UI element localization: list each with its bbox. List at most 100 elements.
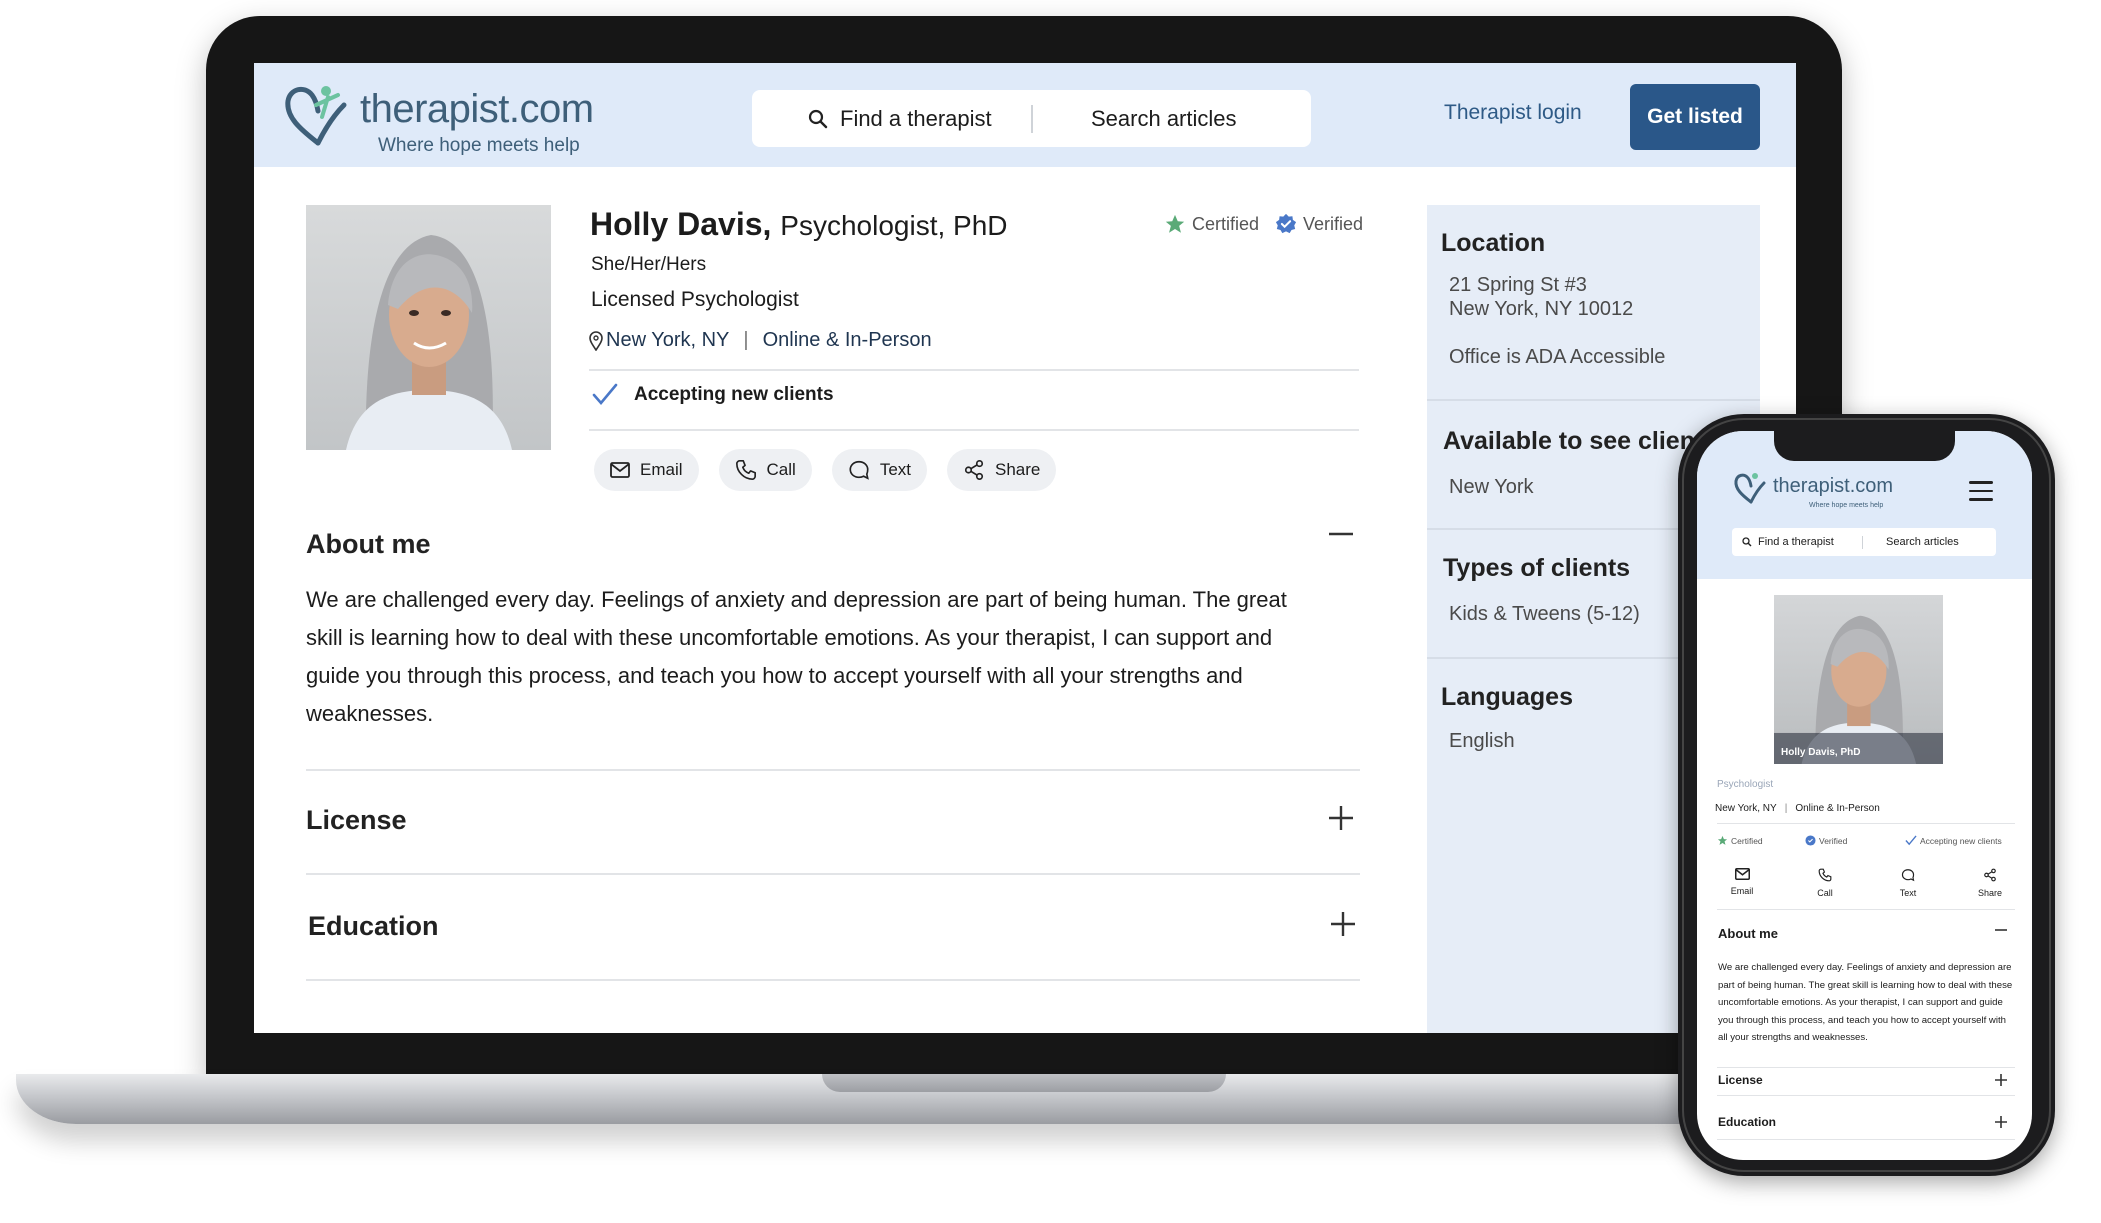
call-button[interactable]: Call (718, 449, 812, 491)
address-line-2: New York, NY 10012 (1449, 298, 1634, 320)
mobile-education-expand-toggle[interactable] (1995, 1115, 2007, 1131)
checkmark-icon (1905, 835, 1917, 846)
verified-seal-icon (1805, 835, 1816, 846)
device-mockup-stage: therapist.com Where hope meets help Find… (0, 0, 2101, 1223)
location-pin-icon (589, 330, 603, 351)
search-divider (1862, 536, 1863, 549)
profile-photo (306, 205, 551, 450)
chat-bubble-icon (849, 460, 869, 480)
mobile-education-heading[interactable]: Education (1718, 1115, 1776, 1129)
divider (589, 369, 1359, 371)
plus-icon (1995, 1074, 2007, 1086)
share-button[interactable]: Share (947, 449, 1057, 491)
star-icon (1717, 835, 1728, 845)
address-line-1: 21 Spring St #3 (1449, 274, 1587, 296)
location-line: New York, NY | Online & In-Person (589, 329, 932, 352)
email-button[interactable]: Email (594, 449, 699, 491)
search-articles-label: Search articles (1091, 105, 1237, 131)
mobile-location: New York, NY (1715, 803, 1777, 814)
brand-tagline: Where hope meets help (378, 135, 580, 156)
available-value: New York (1449, 476, 1534, 498)
mobile-license-heading[interactable]: License (1718, 1073, 1763, 1087)
phone-icon (735, 460, 756, 480)
search-icon (1742, 537, 1752, 547)
mobile-about-collapse-toggle[interactable] (1995, 923, 2007, 939)
mobile-share-button[interactable]: Share (1960, 868, 2020, 898)
therapist-credentials: Psychologist, PhD (780, 210, 1008, 241)
mobile-text-label: Text (1899, 888, 1917, 898)
badges-row: Certified Verified (1164, 213, 1363, 235)
plus-icon (1329, 806, 1353, 830)
mobile-certified-badge: Certified (1717, 835, 1763, 846)
mobile-about-me-heading[interactable]: About me (1718, 926, 1778, 941)
education-heading[interactable]: Education (308, 911, 439, 942)
location-text: New York, NY (606, 329, 730, 351)
license-expand-toggle[interactable] (1328, 805, 1354, 837)
mobile-verified-label: Verified (1819, 835, 1848, 846)
therapist-name: Holly Davis, (590, 206, 772, 242)
mobile-location-line: New York, NY | Online & In-Person (1715, 803, 1880, 814)
location-separator: | (743, 329, 749, 351)
phone-notch (1774, 431, 1955, 461)
languages-heading: Languages (1441, 683, 1573, 711)
mail-icon (610, 462, 630, 478)
sidebar-divider (1427, 399, 1760, 401)
divider (589, 429, 1359, 431)
portrait-illustration (1774, 615, 1943, 764)
contact-actions: Email Call Text Share (594, 449, 1057, 491)
license-heading[interactable]: License (306, 805, 407, 836)
search-articles-button[interactable]: Search articles (1091, 90, 1237, 147)
hamburger-menu-icon[interactable] (1969, 481, 1993, 501)
divider (1717, 1139, 2015, 1140)
certified-label: Certified (1192, 213, 1260, 234)
mobile-email-label: Email (1730, 886, 1754, 896)
accepting-label: Accepting new clients (634, 384, 834, 405)
mobile-license-expand-toggle[interactable] (1995, 1073, 2007, 1089)
about-me-heading[interactable]: About me (306, 529, 431, 560)
mobile-session-mode: Online & In-Person (1795, 803, 1880, 814)
text-button[interactable]: Text (831, 449, 927, 491)
heart-logo-icon (1734, 473, 1766, 504)
share-label: Share (995, 460, 1041, 479)
about-collapse-toggle[interactable] (1328, 521, 1354, 553)
location-separator: | (1784, 803, 1788, 814)
heart-logo-icon (285, 86, 347, 146)
mobile-role: Psychologist (1717, 779, 1774, 790)
divider (1717, 1067, 2015, 1068)
types-of-clients-heading: Types of clients (1443, 554, 1631, 582)
chat-bubble-icon (1901, 869, 1915, 882)
search-icon (808, 109, 828, 128)
mobile-email-button[interactable]: Email (1712, 868, 1772, 896)
brand-logo[interactable]: therapist.com Where hope meets help (282, 83, 594, 156)
mobile-profile-photo: Holly Davis, PhD (1774, 595, 1943, 764)
therapist-login-link[interactable]: Therapist login (1444, 101, 1582, 125)
languages-value: English (1449, 730, 1515, 752)
mobile-accepting-label: Accepting new clients (1920, 835, 2002, 846)
divider (1717, 1095, 2015, 1096)
mobile-search-articles-button[interactable]: Search articles (1886, 528, 1959, 556)
divider (306, 873, 1360, 875)
mobile-brand-tagline: Where hope meets help (1809, 502, 1884, 509)
portrait-illustration (346, 235, 512, 450)
find-therapist-button[interactable]: Find a therapist (808, 90, 992, 147)
text-label: Text (879, 460, 911, 479)
mobile-call-button[interactable]: Call (1795, 868, 1855, 898)
get-listed-button[interactable]: Get listed (1630, 84, 1760, 150)
education-expand-toggle[interactable] (1330, 911, 1356, 943)
search-bar: Find a therapist Search articles (752, 90, 1311, 147)
share-icon (964, 460, 984, 480)
verified-label: Verified (1303, 213, 1364, 234)
mobile-find-therapist-button[interactable]: Find a therapist (1742, 528, 1834, 556)
mobile-about-me-text: We are challenged every day. Feelings of… (1718, 962, 2013, 1043)
mobile-text-button[interactable]: Text (1878, 868, 1938, 898)
plus-icon (1331, 912, 1355, 936)
mobile-verified-badge: Verified (1805, 835, 1847, 846)
mobile-accepting-status: Accepting new clients (1905, 835, 2002, 846)
session-mode: Online & In-Person (762, 329, 932, 351)
location-heading: Location (1441, 229, 1546, 257)
mobile-share-label: Share (1977, 888, 2003, 898)
verified-badge: Verified (1275, 213, 1363, 235)
mobile-brand-name[interactable]: therapist.com (1773, 475, 1893, 498)
therapist-name-heading: Holly Davis, Psychologist, PhD (590, 206, 1008, 243)
divider (306, 979, 1360, 981)
